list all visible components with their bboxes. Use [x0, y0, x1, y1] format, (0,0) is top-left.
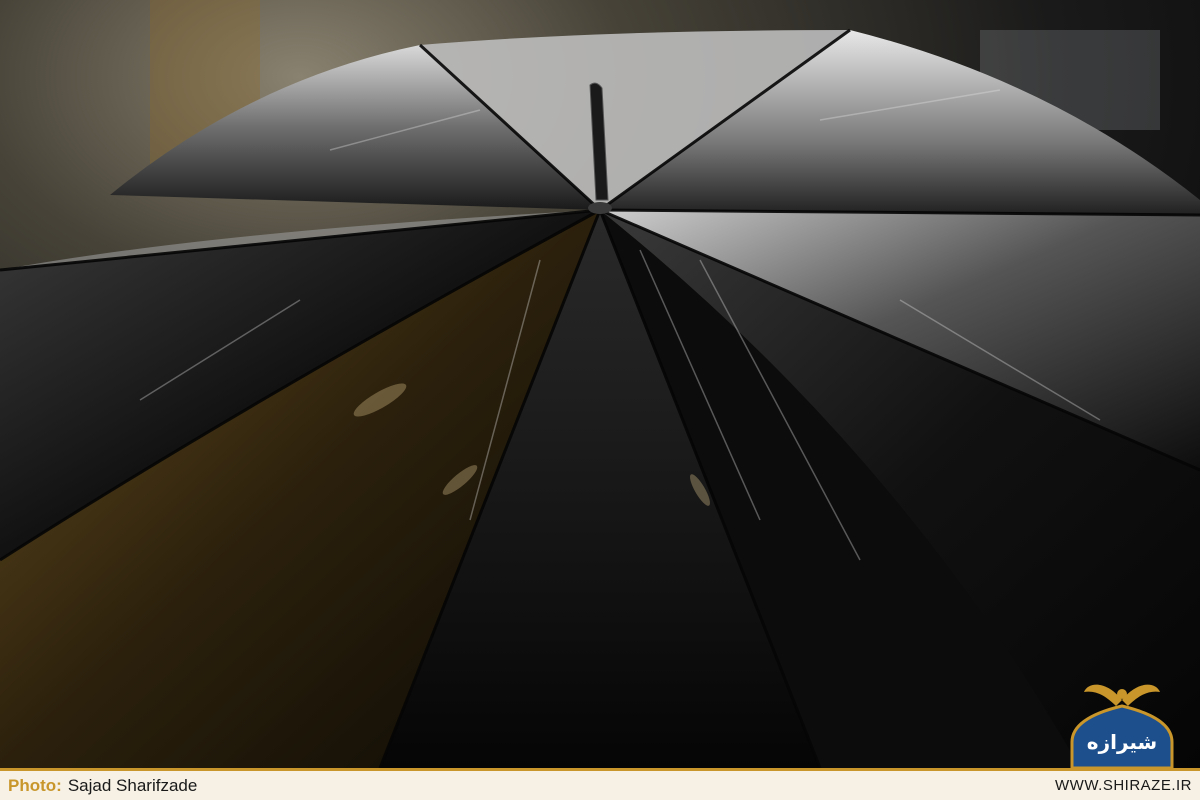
logo-text: شیرازه: [1086, 730, 1158, 754]
umbrella-illustration: [0, 0, 1200, 768]
photo-credit: Photo: Sajad Sharifzade: [8, 776, 197, 796]
shiraze-logo: شیرازه: [1066, 672, 1178, 770]
photo-credit-bar: Photo: Sajad Sharifzade WWW.SHIRAZE.IR: [0, 768, 1200, 800]
credit-prefix: Photo:: [8, 775, 62, 795]
umbrella-photo: [0, 0, 1200, 768]
photographer-name: Sajad Sharifzade: [67, 775, 198, 795]
site-url: WWW.SHIRAZE.IR: [1055, 777, 1192, 794]
